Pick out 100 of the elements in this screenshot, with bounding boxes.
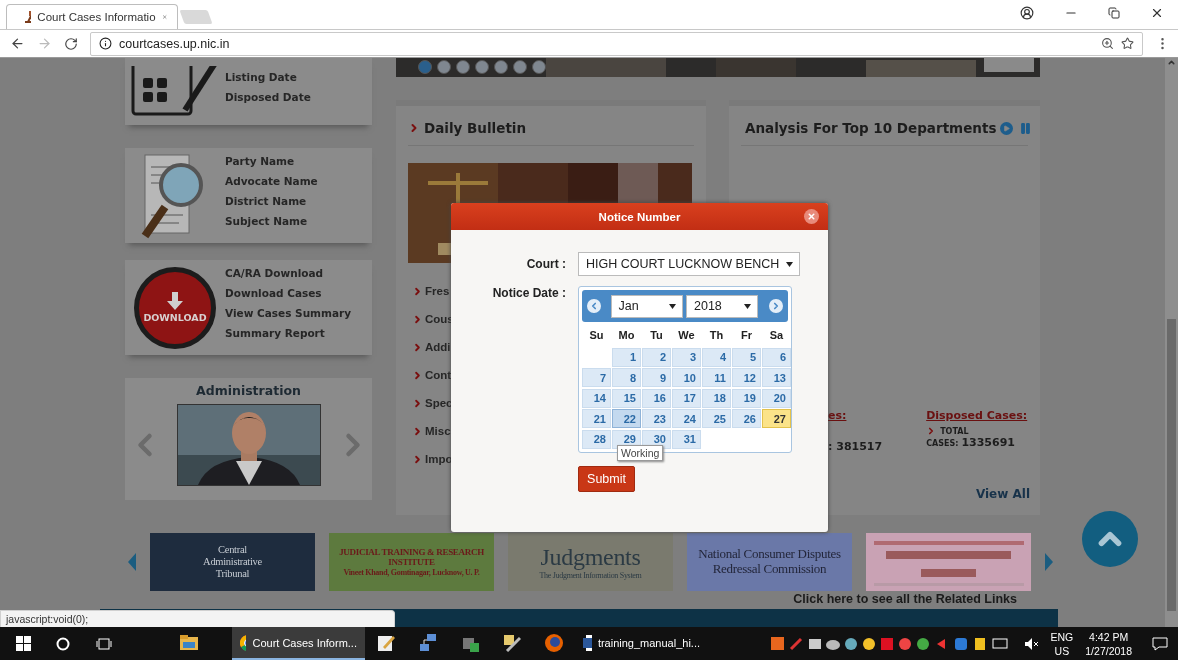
- chevron-icon: [412, 341, 423, 353]
- clock-time[interactable]: 4:42 PM: [1089, 629, 1129, 644]
- weekday-label: Sa: [768, 328, 785, 343]
- related-links-link[interactable]: Click here to see all the Related Links: [793, 592, 1017, 607]
- calendar-day[interactable]: 6: [762, 347, 791, 367]
- previous-month-button[interactable]: [587, 299, 601, 313]
- stat-heading[interactable]: es:: [828, 409, 883, 422]
- sidebar-link[interactable]: District Name: [225, 194, 318, 208]
- taskbar-app[interactable]: Court Cases Inform...: [232, 627, 365, 660]
- calendar-day[interactable]: 5: [732, 347, 761, 367]
- sidebar-link[interactable]: Listing Date: [225, 70, 311, 84]
- calendar-day[interactable]: 11: [702, 368, 731, 387]
- folder-icon: [180, 635, 198, 650]
- sidebar-link[interactable]: Party Name: [225, 154, 318, 168]
- notification-icon[interactable]: [1152, 636, 1168, 651]
- calendar-day[interactable]: 22: [612, 409, 641, 428]
- status-text: javascript:void(0);: [0, 610, 395, 627]
- calendar-day[interactable]: 4: [702, 347, 731, 367]
- weekday-label: Fr: [740, 328, 753, 343]
- taskbar-app[interactable]: training_manual_hi...: [575, 627, 708, 660]
- bulletin-link[interactable]: Cont: [425, 369, 452, 381]
- sidebar-link[interactable]: View Cases Summary: [225, 306, 352, 320]
- calendar-day[interactable]: 24: [672, 409, 701, 428]
- next-month-button[interactable]: [769, 299, 783, 313]
- clock-date[interactable]: 1/27/2018: [1085, 643, 1132, 658]
- chevron-icon: [412, 313, 423, 325]
- stat-heading[interactable]: Disposed Cases:: [926, 409, 1028, 422]
- bulletin-link[interactable]: Fres: [425, 285, 450, 297]
- caret-icon: [744, 303, 752, 309]
- calendar-day[interactable]: 8: [612, 368, 641, 387]
- chevron-icon: [412, 369, 423, 381]
- year-select[interactable]: 2018: [686, 294, 759, 318]
- calendar-day[interactable]: 17: [672, 388, 701, 408]
- scroll-up-icon[interactable]: [1167, 58, 1176, 67]
- sidebar-link[interactable]: Summary Report: [225, 326, 352, 340]
- calendar-day[interactable]: 28: [582, 429, 611, 449]
- close-icon: [807, 212, 816, 221]
- link-banner[interactable]: National Consumer Disputes Redressal Commission: [687, 533, 852, 592]
- restore-icon[interactable]: [1108, 7, 1120, 19]
- bulletin-link[interactable]: Addi: [425, 341, 451, 353]
- month-select[interactable]: Jan: [610, 294, 683, 318]
- region-indicator[interactable]: US: [1054, 643, 1070, 658]
- zoom-icon[interactable]: [1101, 37, 1114, 50]
- bulletin-link[interactable]: Misc: [425, 425, 451, 437]
- chevron-icon: [412, 453, 423, 465]
- volume-icon[interactable]: [1024, 637, 1039, 650]
- link-banner[interactable]: Judgments The Judgment Information System: [508, 533, 673, 592]
- scrollbar[interactable]: [1165, 58, 1178, 627]
- notepad-icon: [377, 633, 395, 652]
- calendar-day[interactable]: 23: [642, 409, 671, 428]
- calendar-day[interactable]: 9: [642, 368, 671, 387]
- profile-icon[interactable]: [1020, 6, 1034, 20]
- link-banner[interactable]: Central Administrative Tribunal: [150, 533, 315, 592]
- circle-icon: [55, 636, 70, 651]
- link-banner[interactable]: JUDICIAL TRAINING & RESEARCH INSTITUTE Vineet Khand, Gomtinagar, Lucknow, U. P.: [329, 533, 494, 592]
- bookmark-star-icon[interactable]: [1121, 37, 1134, 50]
- language-indicator[interactable]: ENG: [1050, 629, 1074, 644]
- task-view-icon: [95, 637, 112, 650]
- submit-button[interactable]: Submit: [578, 465, 635, 492]
- reload-icon[interactable]: [64, 36, 78, 51]
- calendar-day[interactable]: 19: [732, 388, 761, 408]
- calendar-day[interactable]: 18: [702, 388, 731, 408]
- document-icon: [583, 633, 592, 652]
- calendar-day[interactable]: 16: [642, 388, 671, 408]
- close-button[interactable]: [804, 209, 819, 224]
- calendar-day[interactable]: 2: [642, 347, 671, 367]
- address-bar[interactable]: courtcases.up.nic.in: [90, 31, 1143, 56]
- sidebar-link[interactable]: CA/RA Download: [225, 266, 352, 280]
- panel-title: Administration: [196, 383, 301, 398]
- calendar-day[interactable]: 26: [732, 409, 761, 428]
- calendar-day[interactable]: 10: [672, 368, 701, 387]
- calendar-day[interactable]: 15: [612, 388, 641, 408]
- sidebar-link[interactable]: Advocate Name: [225, 174, 318, 188]
- calendar-day[interactable]: 3: [672, 347, 701, 367]
- caret-icon: [669, 303, 676, 309]
- calendar-day[interactable]: 12: [732, 368, 761, 387]
- calendar-day[interactable]: 7: [582, 368, 611, 387]
- windows-logo-icon: [15, 636, 31, 651]
- close-icon[interactable]: [1150, 6, 1164, 20]
- calendar-day[interactable]: 13: [762, 368, 791, 387]
- calendar-day[interactable]: 27: [762, 409, 791, 428]
- stat-value: : 381517: [828, 440, 883, 453]
- court-select[interactable]: HIGH COURT LUCKNOW BENCH: [578, 252, 800, 276]
- sidebar-link[interactable]: Subject Name: [225, 214, 318, 228]
- bulletin-link[interactable]: Impo: [425, 453, 453, 465]
- view-all-link[interactable]: View All: [975, 487, 1030, 501]
- sidebar-link[interactable]: Download Cases: [225, 286, 352, 300]
- calendar-day[interactable]: 1: [612, 347, 641, 367]
- calendar-day[interactable]: 21: [582, 409, 611, 428]
- sidebar-link[interactable]: Disposed Date: [225, 90, 311, 104]
- tools-icon: [503, 633, 521, 652]
- firefox-icon: [545, 633, 563, 652]
- calendar-day[interactable]: 31: [672, 429, 701, 449]
- back-icon[interactable]: [10, 36, 25, 51]
- bulletin-link[interactable]: Spec: [425, 397, 453, 409]
- calendar-day[interactable]: 20: [762, 388, 791, 408]
- scroll-top-button[interactable]: [1082, 511, 1138, 567]
- calendar-day[interactable]: 25: [702, 409, 731, 428]
- calendar-day[interactable]: 14: [582, 388, 611, 408]
- browser-tab[interactable]: Court Cases Informatio: [6, 4, 178, 29]
